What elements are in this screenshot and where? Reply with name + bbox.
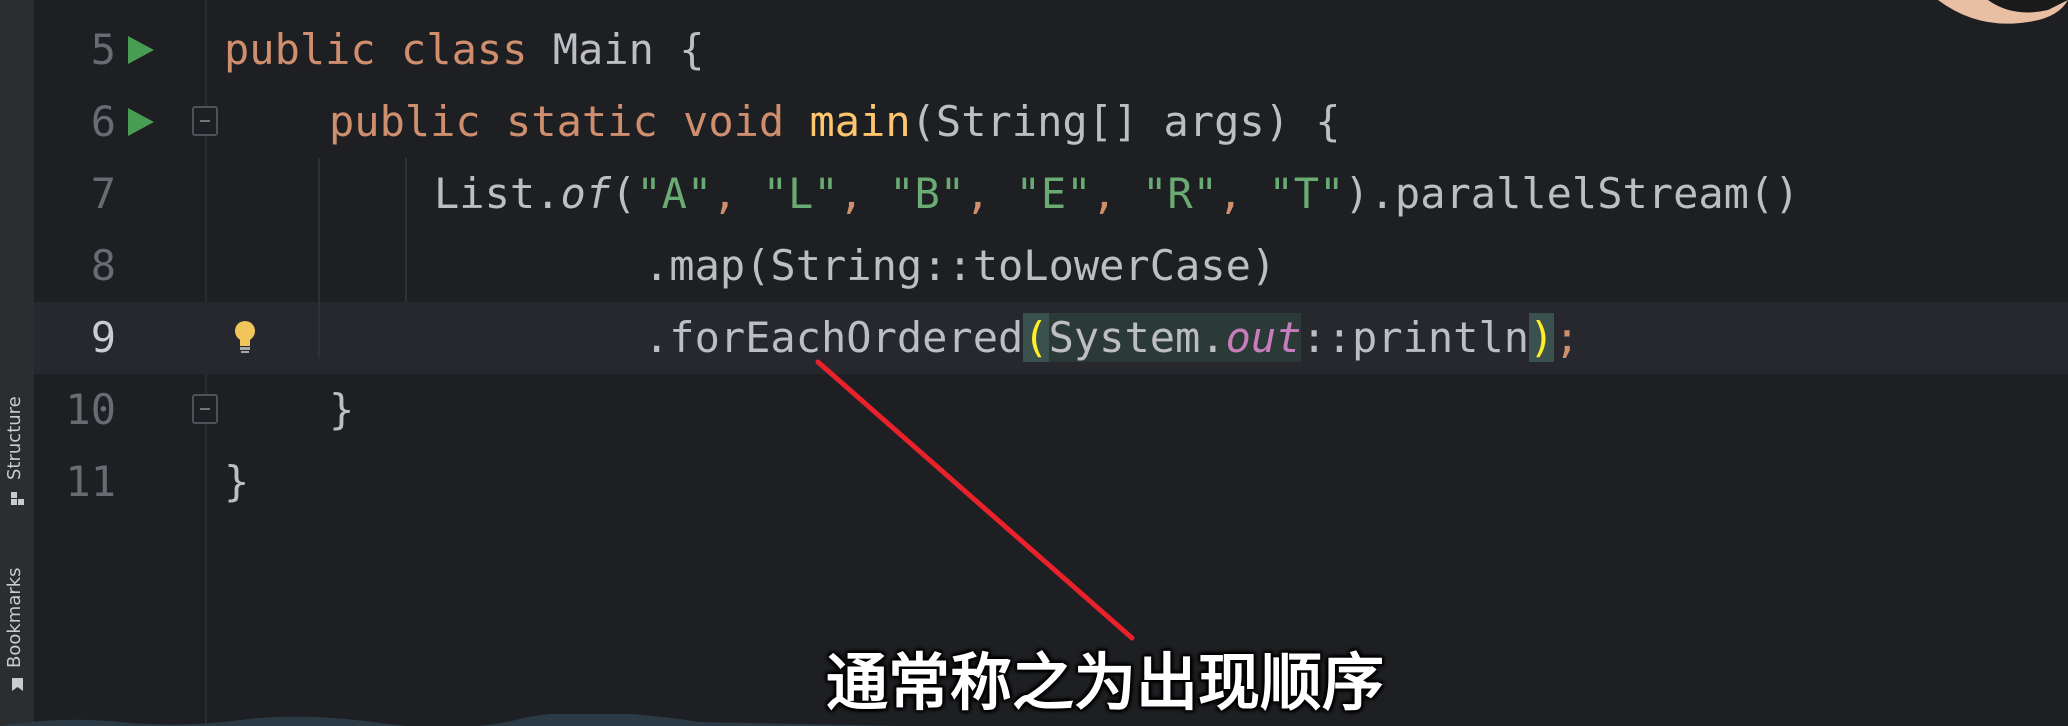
structure-label: Structure bbox=[4, 396, 25, 480]
structure-tool-button[interactable]: Structure bbox=[0, 380, 34, 520]
code-text: public class Main { bbox=[224, 25, 705, 74]
code-line-9[interactable]: 9 .forEachOrdered(System.out::println); bbox=[34, 302, 2068, 374]
code-text: .map(String::toLowerCase) bbox=[644, 241, 1277, 290]
code-line-5[interactable]: 5 public class Main { bbox=[34, 14, 2068, 86]
bookmarks-tool-button[interactable]: Bookmarks bbox=[0, 550, 34, 710]
code-line-7[interactable]: 7 List.of("A", "L", "B", "E", "R", "T").… bbox=[34, 158, 2068, 230]
run-icon[interactable] bbox=[128, 108, 154, 136]
line-number: 5 bbox=[90, 25, 116, 74]
code-text: .forEachOrdered(System.out::println); bbox=[644, 313, 1580, 362]
code-text: } bbox=[329, 385, 355, 434]
code-line-10[interactable]: 10 } bbox=[34, 374, 2068, 446]
code-editor[interactable]: 5 public class Main { 6 public static vo… bbox=[34, 0, 2068, 726]
line-number: 6 bbox=[90, 97, 116, 146]
line-number: 9 bbox=[90, 313, 116, 362]
tool-window-strip: Structure Bookmarks bbox=[0, 0, 35, 726]
bottom-edge-artifact bbox=[0, 714, 900, 726]
line-number: 11 bbox=[65, 457, 116, 506]
lightbulb-icon[interactable] bbox=[234, 320, 256, 354]
video-subtitle: 通常称之为出现顺序 bbox=[826, 646, 1385, 719]
code-text: } bbox=[224, 457, 250, 506]
fold-icon[interactable] bbox=[192, 394, 218, 424]
line-number: 10 bbox=[65, 385, 116, 434]
code-line-8[interactable]: 8 .map(String::toLowerCase) bbox=[34, 230, 2068, 302]
bookmark-icon bbox=[12, 678, 23, 691]
code-line-6[interactable]: 6 public static void main(String[] args)… bbox=[34, 86, 2068, 158]
code-text: List.of("A", "L", "B", "E", "R", "T").pa… bbox=[434, 169, 1800, 218]
code-line-11[interactable]: 11 } bbox=[34, 446, 2068, 518]
indent-guide bbox=[318, 158, 320, 358]
presenter-video-overlay bbox=[1938, 0, 2068, 24]
run-icon[interactable] bbox=[128, 36, 154, 64]
fold-icon[interactable] bbox=[192, 106, 218, 136]
line-number: 8 bbox=[90, 241, 116, 290]
indent-guide bbox=[405, 158, 407, 302]
line-number: 7 bbox=[90, 169, 116, 218]
code-text: public static void main(String[] args) { bbox=[329, 97, 1341, 146]
structure-icon bbox=[11, 492, 24, 505]
bookmarks-label: Bookmarks bbox=[4, 567, 25, 668]
